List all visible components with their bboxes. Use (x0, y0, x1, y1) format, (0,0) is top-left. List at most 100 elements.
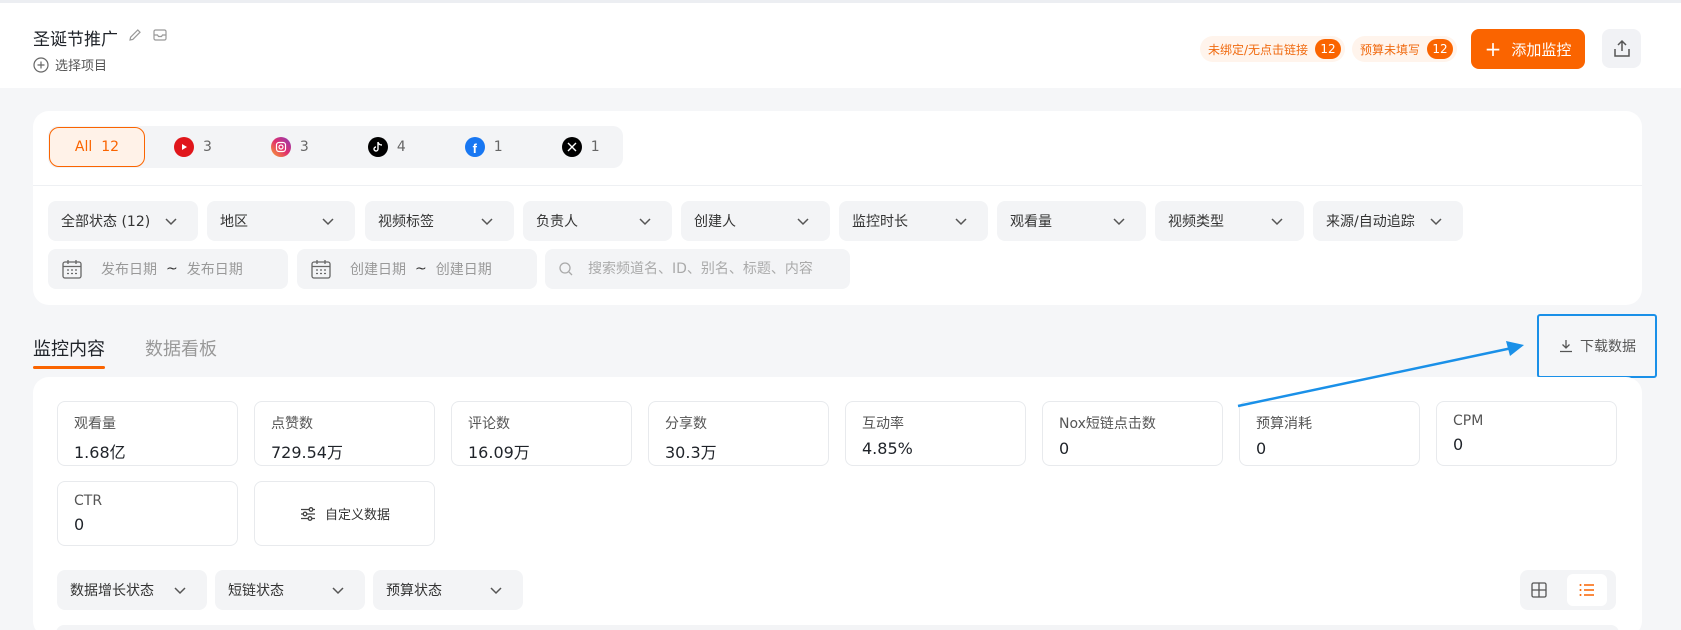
platform-tab-x[interactable]: 1 (561, 126, 600, 168)
stat-card: 预算消耗 0 (1239, 401, 1420, 466)
views-dropdown[interactable]: 观看量 (997, 201, 1146, 241)
chevron-down-icon (1430, 218, 1442, 226)
search-box[interactable] (545, 249, 850, 289)
create-start-date[interactable]: 创建日期 (350, 259, 406, 279)
stat-card: 评论数 16.09万 (451, 401, 632, 466)
stat-label: 观看量 (74, 416, 116, 432)
platform-tab-facebook-count: 1 (493, 139, 503, 155)
chevron-down-icon (174, 587, 186, 595)
stat-card: 点赞数 729.54万 (254, 401, 435, 466)
stat-value: 0 (1256, 439, 1267, 458)
growth-status-dropdown[interactable]: 数据增长状态 (57, 570, 207, 610)
tiktok-icon (367, 137, 388, 157)
filter-panel: All 12 3 3 4 f 1 1 全部状态 (12) 地区 视频标签 负责人… (33, 111, 1642, 305)
chevron-down-icon (490, 587, 502, 595)
stat-value: 30.3万 (665, 443, 717, 462)
stat-card: CPM 0 (1436, 401, 1617, 466)
stat-value: 0 (74, 515, 85, 534)
platform-tab-instagram[interactable]: 3 (270, 126, 309, 168)
plus-icon: + (1484, 37, 1502, 61)
video-type-dropdown[interactable]: 视频类型 (1155, 201, 1304, 241)
publish-start-date[interactable]: 发布日期 (101, 259, 157, 279)
status-dropdown[interactable]: 全部状态 (12) (48, 201, 198, 241)
stat-label: 评论数 (468, 416, 510, 432)
platform-tab-all-label: All (74, 139, 93, 155)
create-end-date[interactable]: 创建日期 (436, 259, 492, 279)
search-icon (559, 262, 573, 276)
stat-value: 0 (1453, 435, 1464, 454)
platform-tab-youtube[interactable]: 3 (174, 126, 212, 168)
search-input[interactable] (588, 261, 828, 277)
add-monitor-label: 添加监控 (1511, 40, 1572, 59)
content-panel: 观看量 1.68亿 点赞数 729.54万 评论数 16.09万 分享数 30.… (33, 377, 1642, 630)
chevron-down-icon (481, 218, 493, 226)
region-dropdown[interactable]: 地区 (207, 201, 355, 241)
shortlink-status-dropdown[interactable]: 短链状态 (215, 570, 365, 610)
edit-icon[interactable] (127, 27, 143, 43)
stat-value: 1.68亿 (74, 443, 126, 462)
budget-warning-label: 预算未填写 (1360, 42, 1421, 57)
select-project-button[interactable]: 选择项目 (33, 55, 107, 74)
video-tag-dropdown[interactable]: 视频标签 (365, 201, 514, 241)
stat-label: CPM (1453, 413, 1484, 429)
tab-monitor-content[interactable]: 监控内容 (33, 335, 105, 369)
download-data-button[interactable]: 下载数据 (1537, 314, 1657, 378)
budget-status-dropdown[interactable]: 预算状态 (373, 570, 523, 610)
platform-tab-instagram-count: 3 (299, 139, 309, 155)
source-dropdown[interactable]: 来源/自动追踪 (1313, 201, 1463, 241)
platform-tab-tiktok-count: 4 (396, 139, 406, 155)
download-icon (1560, 340, 1572, 353)
platform-tab-all-count: 12 (101, 139, 120, 155)
create-date-range[interactable]: 创建日期 ~ 创建日期 (297, 249, 537, 289)
platform-tab-tiktok[interactable]: 4 (367, 126, 406, 168)
grid-view-icon[interactable] (1530, 581, 1548, 599)
stat-card: Nox短链点击数 0 (1042, 401, 1223, 466)
budget-warning-badge[interactable]: 预算未填写 12 (1352, 36, 1458, 62)
share-icon (1613, 39, 1630, 57)
calendar-icon (311, 260, 331, 279)
stat-label: 分享数 (665, 416, 707, 432)
stat-value: 729.54万 (271, 443, 343, 462)
platform-tab-facebook[interactable]: f 1 (464, 126, 503, 168)
list-view-button[interactable] (1566, 574, 1607, 606)
chevron-down-icon (1113, 218, 1125, 226)
table-header (56, 625, 1619, 630)
download-data-label: 下载数据 (1580, 339, 1636, 355)
x-icon (561, 137, 582, 157)
owner-dropdown[interactable]: 负责人 (523, 201, 672, 241)
plus-circle-icon (33, 56, 49, 73)
publish-end-date[interactable]: 发布日期 (187, 259, 243, 279)
stat-card: CTR 0 (57, 481, 238, 546)
budget-warning-count: 12 (1427, 39, 1454, 59)
publish-date-range[interactable]: 发布日期 ~ 发布日期 (48, 249, 288, 289)
archive-icon[interactable] (152, 27, 168, 43)
creator-dropdown[interactable]: 创建人 (681, 201, 830, 241)
custom-data-label: 自定义数据 (324, 508, 390, 523)
no-link-warning-count: 12 (1315, 39, 1342, 59)
stat-value: 16.09万 (468, 443, 530, 462)
chevron-down-icon (332, 587, 344, 595)
youtube-icon (174, 137, 194, 157)
no-link-warning-badge[interactable]: 未绑定/无点击链接 12 (1200, 36, 1346, 62)
export-button[interactable] (1602, 29, 1641, 68)
sliders-icon (300, 506, 315, 521)
stat-label: 预算消耗 (1256, 416, 1312, 432)
view-toggle (1520, 570, 1616, 610)
tab-data-dashboard[interactable]: 数据看板 (145, 335, 217, 361)
chevron-down-icon (322, 218, 334, 226)
select-project-label: 选择项目 (55, 59, 108, 74)
chevron-down-icon (955, 218, 967, 226)
platform-tab-youtube-count: 3 (203, 139, 212, 155)
calendar-icon (62, 260, 82, 279)
custom-data-button[interactable]: 自定义数据 (254, 481, 435, 546)
facebook-icon: f (464, 137, 485, 157)
instagram-icon (270, 137, 291, 157)
monitor-duration-dropdown[interactable]: 监控时长 (839, 201, 988, 241)
chevron-down-icon (797, 218, 809, 226)
stat-label: 互动率 (862, 416, 904, 432)
add-monitor-button[interactable]: + 添加监控 (1471, 29, 1585, 69)
stat-card: 观看量 1.68亿 (57, 401, 238, 466)
chevron-down-icon (639, 218, 651, 226)
platform-tab-all[interactable]: All 12 (49, 127, 145, 167)
stat-label: Nox短链点击数 (1059, 416, 1156, 432)
